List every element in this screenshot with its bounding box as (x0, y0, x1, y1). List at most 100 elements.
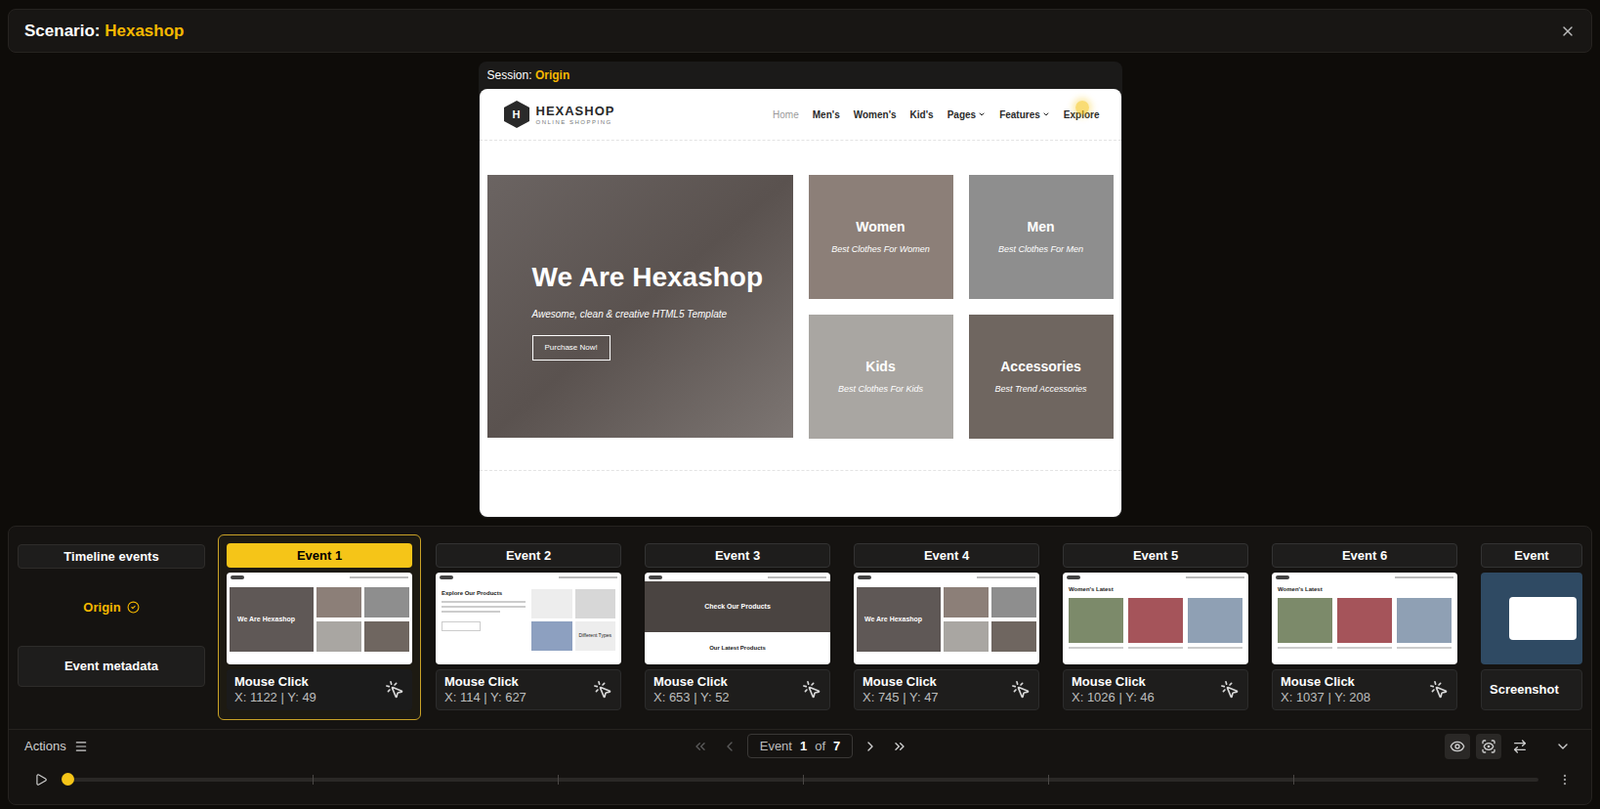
focus-button[interactable] (1475, 733, 1502, 759)
event-card[interactable]: Event 5Women's LatestMouse ClickX: 1026 … (1053, 534, 1258, 720)
event-thumbnail[interactable]: Explore Our ProductsDifferent Types (435, 572, 622, 665)
event-thumbnail[interactable]: We Are Hexashop (853, 572, 1040, 665)
thumb-header (853, 572, 1040, 582)
event-strip: Event 1We Are HexashopMouse ClickX: 1122… (217, 534, 1592, 720)
nav-link[interactable]: Women's (853, 107, 897, 123)
first-event-button-icon (692, 738, 709, 755)
timeline-knob[interactable] (61, 772, 75, 786)
mouse-click-icon (1220, 679, 1240, 700)
event-card-header: Event 5 (1062, 543, 1249, 568)
category-tile[interactable]: MenBest Clothes For Men (968, 174, 1114, 299)
event-info: Mouse ClickX: 745 | Y: 47 (853, 669, 1040, 711)
event-card-header: Event 6 (1271, 543, 1458, 568)
play-icon (34, 772, 48, 787)
category-tile[interactable]: WomenBest Clothes For Women (808, 174, 954, 299)
nav-link[interactable]: Pages (947, 107, 986, 123)
last-event-button[interactable] (887, 734, 912, 758)
event-card[interactable]: Event 6 Women's LatestMouse ClickX: 1037 … (1263, 534, 1467, 720)
timeline-sidebar: Timeline eventsOriginEvent metadata (17, 534, 206, 720)
check-circle-icon (126, 600, 140, 614)
scenario-bar: Scenario: Hexashop (7, 8, 1593, 53)
menu-icon (74, 739, 88, 754)
collapse-button[interactable] (1550, 733, 1576, 759)
event-thumbnail[interactable] (1480, 572, 1583, 665)
session-panel: Session: OriginHHEXASHOPONLINE SHOPPINGH… (478, 61, 1123, 518)
category-grid: WomenBest Clothes For WomenMenBest Cloth… (808, 174, 1114, 439)
purchase-button[interactable]: Purchase Now! (532, 335, 611, 361)
compare-button[interactable] (1507, 733, 1533, 759)
category-tile[interactable]: AccessoriesBest Trend Accessories (968, 314, 1114, 439)
preview-button[interactable] (1444, 733, 1471, 759)
last-event-button-icon (891, 738, 908, 755)
event-info: Mouse ClickX: 114 | Y: 627 (435, 669, 622, 711)
more-vertical-icon (1557, 772, 1572, 787)
event-thumbnail[interactable]: Women's Latest (1062, 572, 1249, 665)
playback-row (8, 761, 1592, 798)
next-event-button-icon (862, 738, 879, 755)
nav-link[interactable]: Men's (812, 107, 841, 123)
timeline-tick (1293, 774, 1295, 785)
session-header: Session: Origin (479, 61, 1122, 89)
timeline-events-button[interactable]: Timeline events (17, 544, 206, 569)
event-counter: Event1of7 (747, 733, 854, 758)
actions-bar: Actions Event1of7 (8, 728, 1592, 762)
timeline-tick (557, 774, 559, 785)
event-card-header: Event 3 (644, 543, 831, 568)
event-card[interactable]: Event 4 We Are HexashopMouse ClickX: 745 … (844, 534, 1049, 720)
nav-link[interactable]: Kid's (910, 107, 934, 123)
chevron-down-icon (1042, 110, 1051, 119)
event-metadata-button[interactable]: Event metadata (17, 645, 206, 687)
timeline-tick (802, 774, 804, 785)
website-screenshot: HHEXASHOPONLINE SHOPPING Home Men's Women's… (479, 88, 1122, 517)
thumb-header (1062, 572, 1249, 582)
swap-icon (1512, 738, 1528, 755)
close-icon (1559, 23, 1576, 40)
hero-banner: We Are HexashopAwesome, clean & creative… (487, 174, 794, 438)
event-card[interactable]: Event 2 Explore Our ProductsDifferent Typ… (426, 534, 631, 720)
hero-section: We Are HexashopAwesome, clean & creative… (479, 140, 1122, 439)
nav-link[interactable]: Explore (1063, 107, 1100, 123)
timeline-track[interactable] (67, 777, 1539, 782)
site-navbar: HHEXASHOPONLINE SHOPPING Home Men's Women's… (479, 88, 1122, 141)
site-logo[interactable]: HHEXASHOPONLINE SHOPPING (503, 99, 616, 129)
category-tile[interactable]: KidsBest Clothes For Kids (808, 314, 954, 439)
nav-link[interactable]: Home (772, 107, 800, 123)
event-thumbnail[interactable]: Women's Latest (1271, 572, 1458, 665)
eye-icon (1449, 738, 1466, 755)
app: Scenario: HexashopSession: OriginHHEXASH… (0, 0, 1600, 809)
timeline-tick (312, 774, 314, 785)
thumb-header (226, 572, 413, 582)
next-event-button[interactable] (858, 734, 883, 758)
logo-mark: H (503, 99, 531, 129)
more-button[interactable] (1557, 772, 1572, 787)
mouse-click-icon (592, 679, 613, 700)
event-card[interactable]: Event 1 We Are HexashopMouse ClickX: 1122… (217, 534, 422, 720)
event-card[interactable]: Event 3 Check Our ProductsOur Latest Prod… (635, 534, 840, 720)
chevron-down-icon (1555, 738, 1571, 755)
event-info: Mouse ClickX: 1037 | Y: 208 (1271, 669, 1458, 711)
chevron-down-icon (977, 110, 986, 119)
event-info: Mouse ClickX: 1122 | Y: 49 (226, 669, 413, 711)
timeline-tick (1048, 774, 1050, 785)
play-button[interactable] (34, 772, 48, 787)
close-button[interactable] (1559, 23, 1576, 40)
event-card-header: Event 2 (435, 543, 622, 568)
event-card-header: Event 4 (853, 543, 1040, 568)
timeline-panel: Timeline eventsOriginEvent metadataEvent… (7, 525, 1593, 805)
section-divider (479, 469, 1122, 471)
event-card[interactable]: EventScreenshot (1472, 534, 1592, 720)
mouse-click-icon (384, 679, 405, 700)
mouse-click-icon (1429, 679, 1449, 700)
thumb-header (1271, 572, 1458, 582)
event-pager: Event1of7 (688, 733, 913, 758)
first-event-button[interactable] (688, 734, 713, 758)
nav-link[interactable]: Features (999, 107, 1051, 123)
event-thumbnail[interactable]: We Are Hexashop (226, 572, 413, 665)
event-thumbnail[interactable]: Check Our ProductsOur Latest Products (644, 572, 831, 665)
site-nav: Home Men's Women's Kid's Pages Features Explor… (772, 107, 1099, 123)
prev-event-button[interactable] (717, 734, 742, 758)
mouse-click-icon (1010, 679, 1031, 700)
session-origin[interactable]: Origin (17, 568, 206, 646)
event-card-header: Event 1 (226, 543, 413, 568)
actions-button[interactable]: Actions (24, 736, 220, 757)
